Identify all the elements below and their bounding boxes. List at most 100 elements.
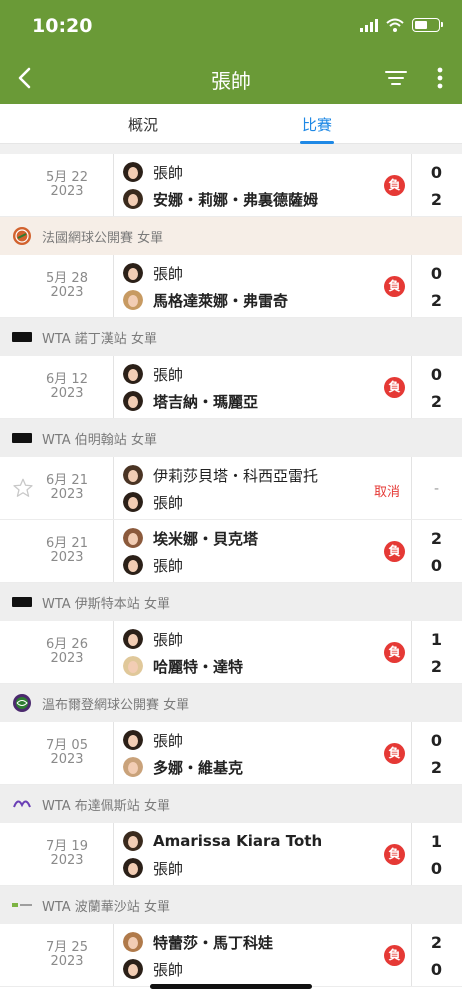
loss-badge: 負	[384, 276, 405, 297]
player-name: 馬格達萊娜・弗雷奇	[153, 291, 289, 310]
wifi-icon	[386, 18, 404, 32]
tournament-header[interactable]: WTA 伯明翰站 女單	[0, 419, 462, 457]
score-2: 0	[430, 859, 443, 878]
cancelled-label: 取消	[374, 485, 401, 500]
tournament-header[interactable]: WTA 布達佩斯站 女單	[0, 785, 462, 823]
avatar	[123, 629, 143, 649]
player-2: 張帥	[123, 857, 183, 879]
player-name: 張帥	[153, 264, 184, 283]
score-1: 1	[430, 630, 443, 649]
tournament-header[interactable]: WTA 諾丁漢站 女單	[0, 318, 462, 356]
player-name: 張帥	[153, 630, 184, 649]
player-name: 哈麗特・達特	[153, 657, 244, 676]
avatar	[123, 831, 143, 851]
score-2: 0	[430, 960, 443, 979]
score-2: 2	[430, 291, 443, 310]
loss-badge: 負	[384, 175, 405, 196]
player-1: Amarissa Kiara Toth	[123, 830, 322, 852]
tournament-header[interactable]: 法國網球公開賽 女單	[0, 217, 462, 255]
match-row[interactable]: 6月 21 2023 伊莉莎貝塔・科西亞雷托 張帥 取消 -	[0, 457, 462, 520]
player-name: 塔吉納・瑪麗亞	[153, 392, 259, 411]
avatar	[123, 364, 143, 384]
player-2: 安娜・莉娜・弗裏德薩姆	[123, 188, 318, 210]
loss-badge: 負	[384, 377, 405, 398]
tournament-header[interactable]: WTA 伊斯特本站 女單	[0, 583, 462, 621]
match-row[interactable]: 5月 28 2023 張帥 馬格達萊娜・弗雷奇 負 0 2	[0, 255, 462, 318]
score-1: 0	[430, 163, 443, 182]
avatar	[123, 189, 143, 209]
score-1: 0	[430, 731, 443, 750]
avatar	[123, 932, 143, 952]
avatar	[123, 391, 143, 411]
status-time: 10:20	[32, 15, 93, 37]
score-2: 2	[430, 657, 443, 676]
player-name: Amarissa Kiara Toth	[153, 832, 323, 850]
avatar	[123, 528, 143, 548]
tournament-header[interactable]: 溫布爾登網球公開賽 女單	[0, 684, 462, 722]
player-name: 特蕾莎・馬丁科娃	[153, 933, 274, 952]
status-icons	[360, 18, 443, 32]
player-name: 張帥	[153, 163, 184, 182]
wta-logo	[12, 433, 32, 443]
score-2: 2	[430, 190, 443, 209]
match-row[interactable]: 7月 05 2023 張帥 多娜・維基克 負 0 2	[0, 722, 462, 785]
player-1: 張帥	[123, 363, 183, 385]
score-dash: -	[433, 481, 440, 497]
avatar	[123, 959, 143, 979]
loss-badge: 負	[384, 945, 405, 966]
avatar	[123, 465, 143, 485]
score-2: 2	[430, 758, 443, 777]
player-2: 塔吉納・瑪麗亞	[123, 390, 258, 412]
tab-bar: 概況 比賽	[0, 104, 462, 144]
match-row[interactable]: 7月 25 2023 特蕾莎・馬丁科娃 張帥 負 2 0	[0, 924, 462, 987]
player-name: 安娜・莉娜・弗裏德薩姆	[153, 190, 319, 209]
match-row[interactable]: 6月 12 2023 張帥 塔吉納・瑪麗亞 負 0 2	[0, 356, 462, 419]
player-2: 張帥	[123, 491, 183, 513]
player-1: 張帥	[123, 628, 183, 650]
score-1: 2	[430, 933, 443, 952]
tab-overview[interactable]: 概況	[128, 114, 158, 135]
player-name: 張帥	[153, 365, 184, 384]
match-list: 5月 22 2023 張帥 安娜・莉娜・弗裏德薩姆 負 0 2 法國網球公開賽 女…	[0, 154, 462, 987]
player-name: 張帥	[153, 731, 184, 750]
score-2: 0	[430, 556, 443, 575]
tab-matches[interactable]: 比賽	[302, 114, 332, 135]
tournament-name: WTA 波蘭華沙站 女單	[42, 899, 170, 915]
player-name: 張帥	[153, 859, 184, 878]
player-name: 伊莉莎貝塔・科西亞雷托	[153, 466, 319, 485]
player-name: 張帥	[153, 556, 184, 575]
home-indicator[interactable]	[150, 984, 312, 989]
avatar	[123, 263, 143, 283]
player-1: 埃米娜・貝克塔	[123, 527, 258, 549]
avatar	[123, 757, 143, 777]
player-2: 張帥	[123, 958, 183, 980]
avatar	[123, 492, 143, 512]
nav-bar: 張帥	[0, 52, 462, 104]
divider	[0, 144, 462, 154]
tournament-name: WTA 布達佩斯站 女單	[42, 798, 170, 814]
match-row[interactable]: 7月 19 2023 Amarissa Kiara Toth 張帥 負 1 0	[0, 823, 462, 886]
match-row[interactable]: 5月 22 2023 張帥 安娜・莉娜・弗裏德薩姆 負 0 2	[0, 154, 462, 217]
status-bar: 10:20	[0, 0, 462, 52]
player-name: 多娜・維基克	[153, 758, 244, 777]
roland-garros-logo	[12, 226, 32, 246]
match-row[interactable]: 6月 26 2023 張帥 哈麗特・達特 負 1 2	[0, 621, 462, 684]
match-row[interactable]: 6月 21 2023 埃米娜・貝克塔 張帥 負 2 0	[0, 520, 462, 583]
loss-badge: 負	[384, 642, 405, 663]
avatar	[123, 656, 143, 676]
player-1: 伊莉莎貝塔・科西亞雷托	[123, 464, 318, 486]
star-icon[interactable]	[12, 477, 34, 499]
tournament-header[interactable]: WTA 波蘭華沙站 女單	[0, 886, 462, 924]
wta-warsaw-logo	[12, 895, 32, 915]
player-1: 張帥	[123, 729, 183, 751]
player-2: 哈麗特・達特	[123, 655, 243, 677]
tournament-name: WTA 伊斯特本站 女單	[42, 596, 170, 612]
wimbledon-logo	[12, 693, 32, 713]
more-vertical-icon[interactable]	[432, 64, 448, 92]
wta-budapest-logo	[12, 794, 32, 814]
filter-icon[interactable]	[382, 64, 410, 92]
score-2: 2	[430, 392, 443, 411]
player-name: 埃米娜・貝克塔	[153, 529, 259, 548]
player-name: 張帥	[153, 960, 184, 979]
tournament-name: 法國網球公開賽 女單	[42, 230, 164, 246]
